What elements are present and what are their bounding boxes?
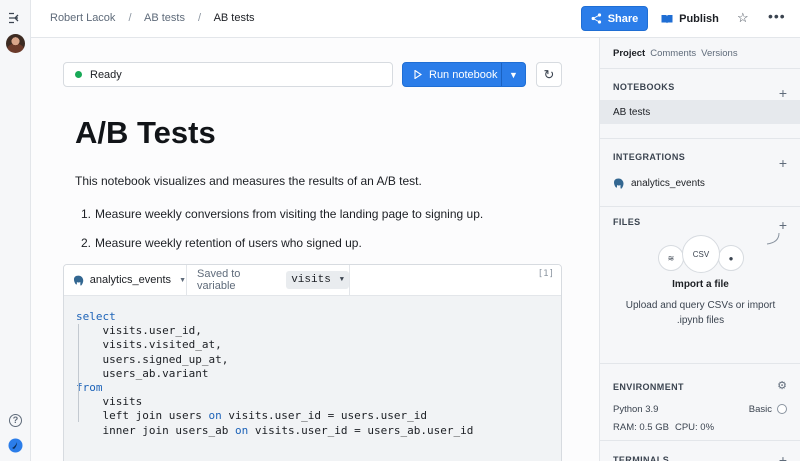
add-integration-icon[interactable]: +: [779, 156, 787, 170]
breadcrumb-project[interactable]: AB tests: [144, 12, 185, 24]
import-file-description: Upload and query CSVs or import .ipynb f…: [625, 300, 776, 326]
notebooks-title: NOTEBOOKS: [613, 82, 675, 92]
avatar[interactable]: [6, 34, 25, 53]
refresh-button[interactable]: ↻: [536, 62, 562, 87]
python-file-icon: ≋: [658, 245, 684, 271]
list-text: Measure weekly conversions from visiting…: [95, 207, 484, 221]
help-icon[interactable]: ?: [9, 414, 22, 427]
star-icon[interactable]: ☆: [737, 11, 749, 25]
file-type-icons: ≋ CSV ●: [658, 235, 744, 275]
data-source-label: analytics_events: [89, 274, 172, 286]
publish-button[interactable]: Publish: [655, 6, 725, 31]
page-title: A/B Tests: [75, 115, 216, 150]
sql-cell-header: analytics_events ▼ Saved to variable vis…: [64, 265, 561, 296]
variable-name: visits: [291, 274, 331, 286]
book-icon: [661, 14, 673, 23]
integrations-section: INTEGRATIONS + analytics_events: [600, 144, 800, 207]
saved-variable-label: Saved to variable: [197, 268, 241, 292]
brand-logo-icon[interactable]: [8, 438, 23, 453]
terminals-section: TERMINALS +: [600, 441, 800, 461]
import-file-dropzone[interactable]: ≋ CSV ● Import a file Upload and query C…: [600, 232, 800, 365]
tab-project[interactable]: Project: [613, 48, 645, 59]
files-section: FILES + ≋ CSV ● Import a file Upload and…: [600, 209, 800, 364]
breadcrumb: Robert Lacok / AB tests / AB tests: [50, 12, 255, 24]
add-notebook-icon[interactable]: +: [779, 86, 787, 100]
gear-icon[interactable]: ⚙: [777, 379, 787, 392]
variable-name-select[interactable]: visits ▼: [286, 271, 349, 289]
list-text: Measure weekly retention of users who si…: [95, 236, 362, 250]
share-icon: [591, 13, 601, 24]
chevron-down-icon: ▼: [339, 276, 344, 284]
breadcrumb-current: AB tests: [213, 12, 255, 24]
indent-guide: [78, 324, 79, 380]
integrations-title: INTEGRATIONS: [613, 152, 686, 162]
top-bar: Robert Lacok / AB tests / AB tests Share…: [31, 0, 800, 38]
environment-runtime: Python 3.9 Basic: [600, 400, 800, 418]
kernel-status: Ready: [63, 62, 393, 87]
notebook-area: Ready Run notebook ▼ ↻ A/B Tests This no…: [31, 38, 599, 461]
environment-section: ENVIRONMENT ⚙ Python 3.9 Basic RAM: 0.5 …: [600, 364, 800, 441]
tab-versions[interactable]: Versions: [701, 48, 737, 59]
cpu-usage: CPU: 0%: [674, 421, 715, 433]
panel-tabs: Project Comments Versions: [600, 38, 800, 69]
sql-code-editor[interactable]: select visits.user_id, visits.visited_at…: [64, 296, 561, 461]
integration-item[interactable]: analytics_events: [600, 170, 800, 196]
notebook-item[interactable]: AB tests: [600, 100, 800, 124]
terminals-title: TERMINALS: [613, 455, 670, 461]
play-icon: [414, 70, 422, 79]
run-notebook-main[interactable]: Run notebook: [403, 63, 502, 86]
status-text: Ready: [90, 68, 122, 81]
chevron-down-icon: ▼: [179, 276, 186, 284]
environment-title: ENVIRONMENT: [613, 382, 684, 392]
list-item: 1. Measure weekly conversions from visiti…: [75, 207, 483, 236]
import-file-title: Import a file: [672, 279, 729, 290]
breadcrumb-user[interactable]: Robert Lacok: [50, 12, 115, 24]
run-notebook-label: Run notebook: [429, 68, 498, 81]
data-source-select[interactable]: analytics_events ▼: [64, 265, 187, 295]
list-number: 2.: [80, 236, 91, 250]
chevron-down-icon[interactable]: ▼: [502, 70, 525, 80]
breadcrumb-separator: /: [128, 12, 132, 24]
arrow-hint-icon: [766, 232, 780, 245]
saved-variable: Saved to variable visits ▼: [187, 265, 350, 295]
integration-label: analytics_events: [631, 177, 705, 189]
github-icon: ●: [718, 245, 744, 271]
tab-comments[interactable]: Comments: [650, 48, 696, 59]
notebooks-section: NOTEBOOKS + AB tests: [600, 74, 800, 139]
more-options-icon[interactable]: •••: [768, 9, 786, 23]
project-panel: Project Comments Versions NOTEBOOKS + AB…: [599, 38, 800, 461]
list-item: 2. Measure weekly retention of users who …: [75, 236, 483, 265]
share-label: Share: [607, 12, 639, 25]
sidebar-toggle-icon[interactable]: [9, 12, 22, 24]
intro-text: This notebook visualizes and measures th…: [75, 174, 422, 188]
status-dot-icon: [75, 71, 82, 78]
share-button[interactable]: Share: [581, 6, 648, 31]
add-terminal-icon[interactable]: +: [779, 453, 787, 461]
cell-index: [1]: [537, 269, 554, 279]
run-notebook-button[interactable]: Run notebook ▼: [402, 62, 526, 87]
sql-cell[interactable]: analytics_events ▼ Saved to variable vis…: [63, 264, 562, 461]
postgres-icon: [614, 178, 624, 189]
csv-file-icon: CSV: [682, 235, 720, 273]
indent-guide: [78, 380, 79, 422]
python-version: Python 3.9: [613, 403, 659, 415]
goals-list: 1. Measure weekly conversions from visiti…: [75, 207, 483, 265]
left-rail: ?: [0, 0, 31, 461]
machine-tier: Basic: [748, 403, 772, 415]
environment-usage: RAM: 0.5 GB CPU: 0%: [600, 418, 800, 436]
tier-toggle[interactable]: [777, 404, 787, 414]
breadcrumb-separator: /: [198, 12, 202, 24]
postgres-icon: [73, 275, 84, 286]
publish-label: Publish: [679, 12, 719, 25]
list-number: 1.: [80, 207, 91, 221]
add-file-icon[interactable]: +: [779, 218, 787, 232]
ram-usage: RAM: 0.5 GB: [613, 421, 669, 433]
csv-file-label: CSV: [692, 249, 710, 259]
refresh-icon: ↻: [543, 66, 555, 82]
